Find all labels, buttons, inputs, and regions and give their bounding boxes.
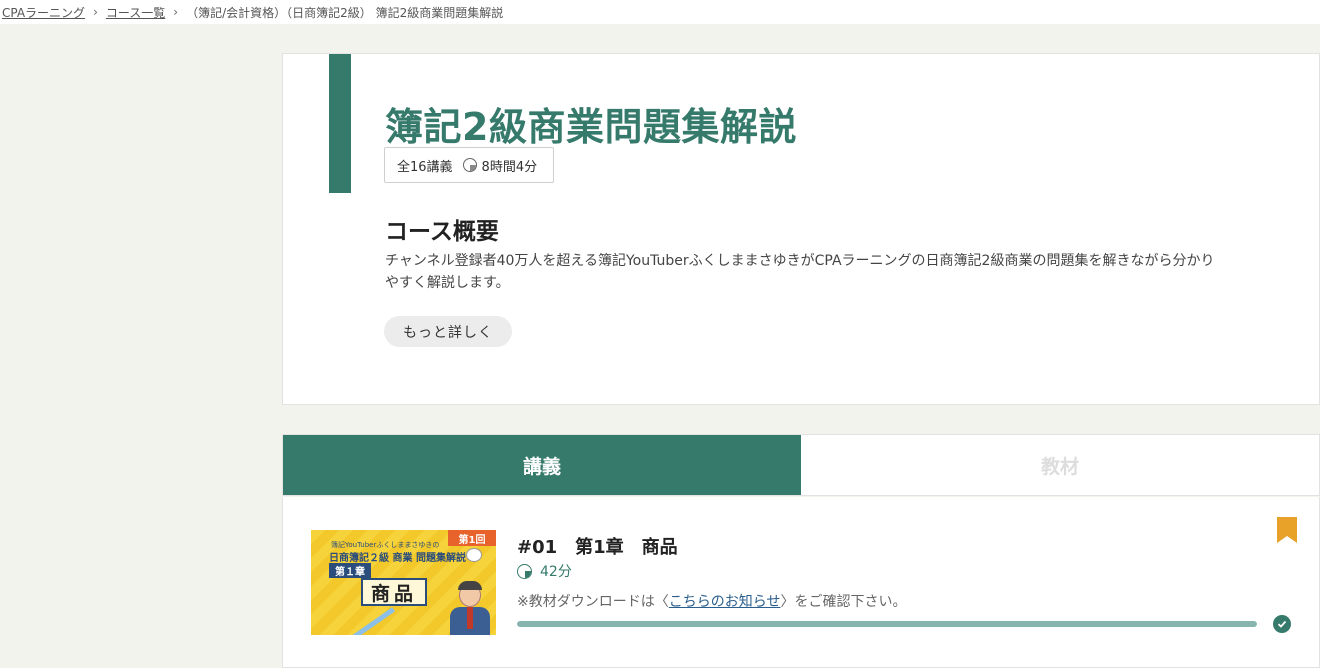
breadcrumb-current: （簿記/会計資格）（日商簿記2級） 簿記2級商業問題集解説 (186, 5, 504, 20)
instructor-illustration (450, 573, 490, 635)
cat-illustration (466, 548, 482, 562)
thumbnail-chapter: 第１章 (329, 563, 371, 578)
progress-bar (517, 621, 1257, 627)
ruler-illustration (342, 607, 396, 635)
course-meta: 全16講義 8時間4分 (384, 147, 554, 183)
download-notice: ※教材ダウンロードは〈こちらのお知らせ〉をご確認下さい。 (517, 591, 906, 611)
lecture-thumbnail[interactable]: 第1回 簿記YouTuberふくしままさゆきの 日商簿記２級 商業 問題集解説 … (311, 530, 496, 635)
more-details-button[interactable]: もっと詳しく (384, 316, 512, 347)
overview-heading: コース概要 (385, 219, 499, 245)
lecture-title[interactable]: #01 第1章 商品 (517, 533, 678, 559)
chevron-right-icon: › (173, 5, 179, 19)
chevron-right-icon: › (93, 5, 98, 19)
total-time: 8時間4分 (481, 159, 538, 175)
tab-lectures[interactable]: 講義 (283, 435, 801, 495)
page-title: 簿記2級商業問題集解説 (385, 105, 797, 149)
tab-materials[interactable]: 教材 (801, 435, 1319, 495)
clock-icon (462, 158, 477, 172)
overview-text: チャンネル登録者40万人を超える簿記YouTuberふくしままさゆきがCPAラー… (385, 253, 1215, 291)
lecture-duration: 42分 (517, 561, 572, 581)
breadcrumb-home-link[interactable]: CPAラーニング (2, 4, 85, 21)
bookmark-icon[interactable] (1277, 517, 1297, 543)
clock-icon (517, 563, 532, 579)
notice-suffix: 〉をご確認下さい。 (780, 594, 907, 610)
check-icon (1273, 615, 1291, 633)
progress-fill (517, 621, 1257, 627)
thumbnail-big-text: 商品 (361, 578, 427, 606)
notice-link[interactable]: こちらのお知らせ (669, 594, 781, 610)
list-item[interactable]: 第1回 簿記YouTuberふくしままさゆきの 日商簿記２級 商業 問題集解説 … (282, 497, 1320, 668)
accent-bar (329, 54, 351, 193)
breadcrumb: CPAラーニング › コース一覧 › （簿記/会計資格）（日商簿記2級） 簿記2… (0, 0, 1320, 24)
lecture-count: 全16講義 (397, 159, 453, 175)
breadcrumb-course-list-link[interactable]: コース一覧 (106, 4, 165, 21)
thumbnail-tag: 第1回 (448, 530, 496, 546)
thumbnail-line2: 日商簿記２級 商業 問題集解説 (329, 553, 466, 564)
notice-prefix: ※教材ダウンロードは〈 (517, 594, 669, 610)
course-header-card: 簿記2級商業問題集解説 全16講義 8時間4分 コース概要 チャンネル登録者40… (282, 53, 1320, 405)
content-tabs: 講義 教材 (282, 434, 1320, 496)
duration-text: 42分 (540, 564, 572, 580)
